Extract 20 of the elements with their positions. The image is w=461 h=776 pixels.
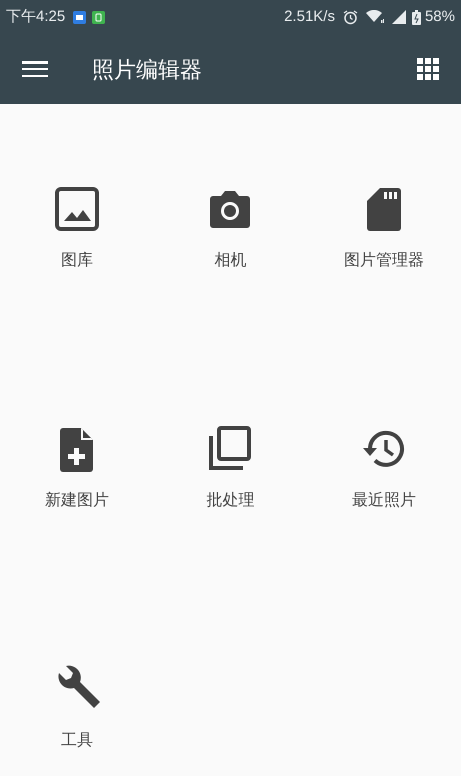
app-notification-icon	[73, 10, 86, 24]
menu-tile[interactable]: 工具	[52, 665, 101, 753]
network-speed: 2.51K/s	[284, 6, 335, 27]
menu-icon[interactable]	[22, 59, 48, 79]
menu-tile[interactable]: 图库	[52, 185, 101, 273]
signal-icon	[392, 10, 406, 24]
grid-icon[interactable]	[417, 58, 439, 80]
image-icon	[52, 185, 101, 233]
menu-tile[interactable]: 相机	[206, 185, 254, 273]
app-notification-icon	[92, 10, 106, 24]
app-title: 照片编辑器	[92, 56, 202, 84]
alarm-icon	[342, 10, 358, 24]
menu-tile[interactable]: 新建图片	[44, 425, 109, 513]
status-time: 下午4:25	[6, 6, 66, 27]
battery-icon	[412, 10, 421, 24]
battery-percent: 58%	[424, 6, 455, 27]
wifi-icon	[366, 10, 384, 24]
menu-tile[interactable]: 批处理	[206, 425, 254, 513]
menu-tile[interactable]: 最近照片	[352, 425, 416, 513]
menu-tile[interactable]: 图片管理器	[344, 185, 424, 273]
